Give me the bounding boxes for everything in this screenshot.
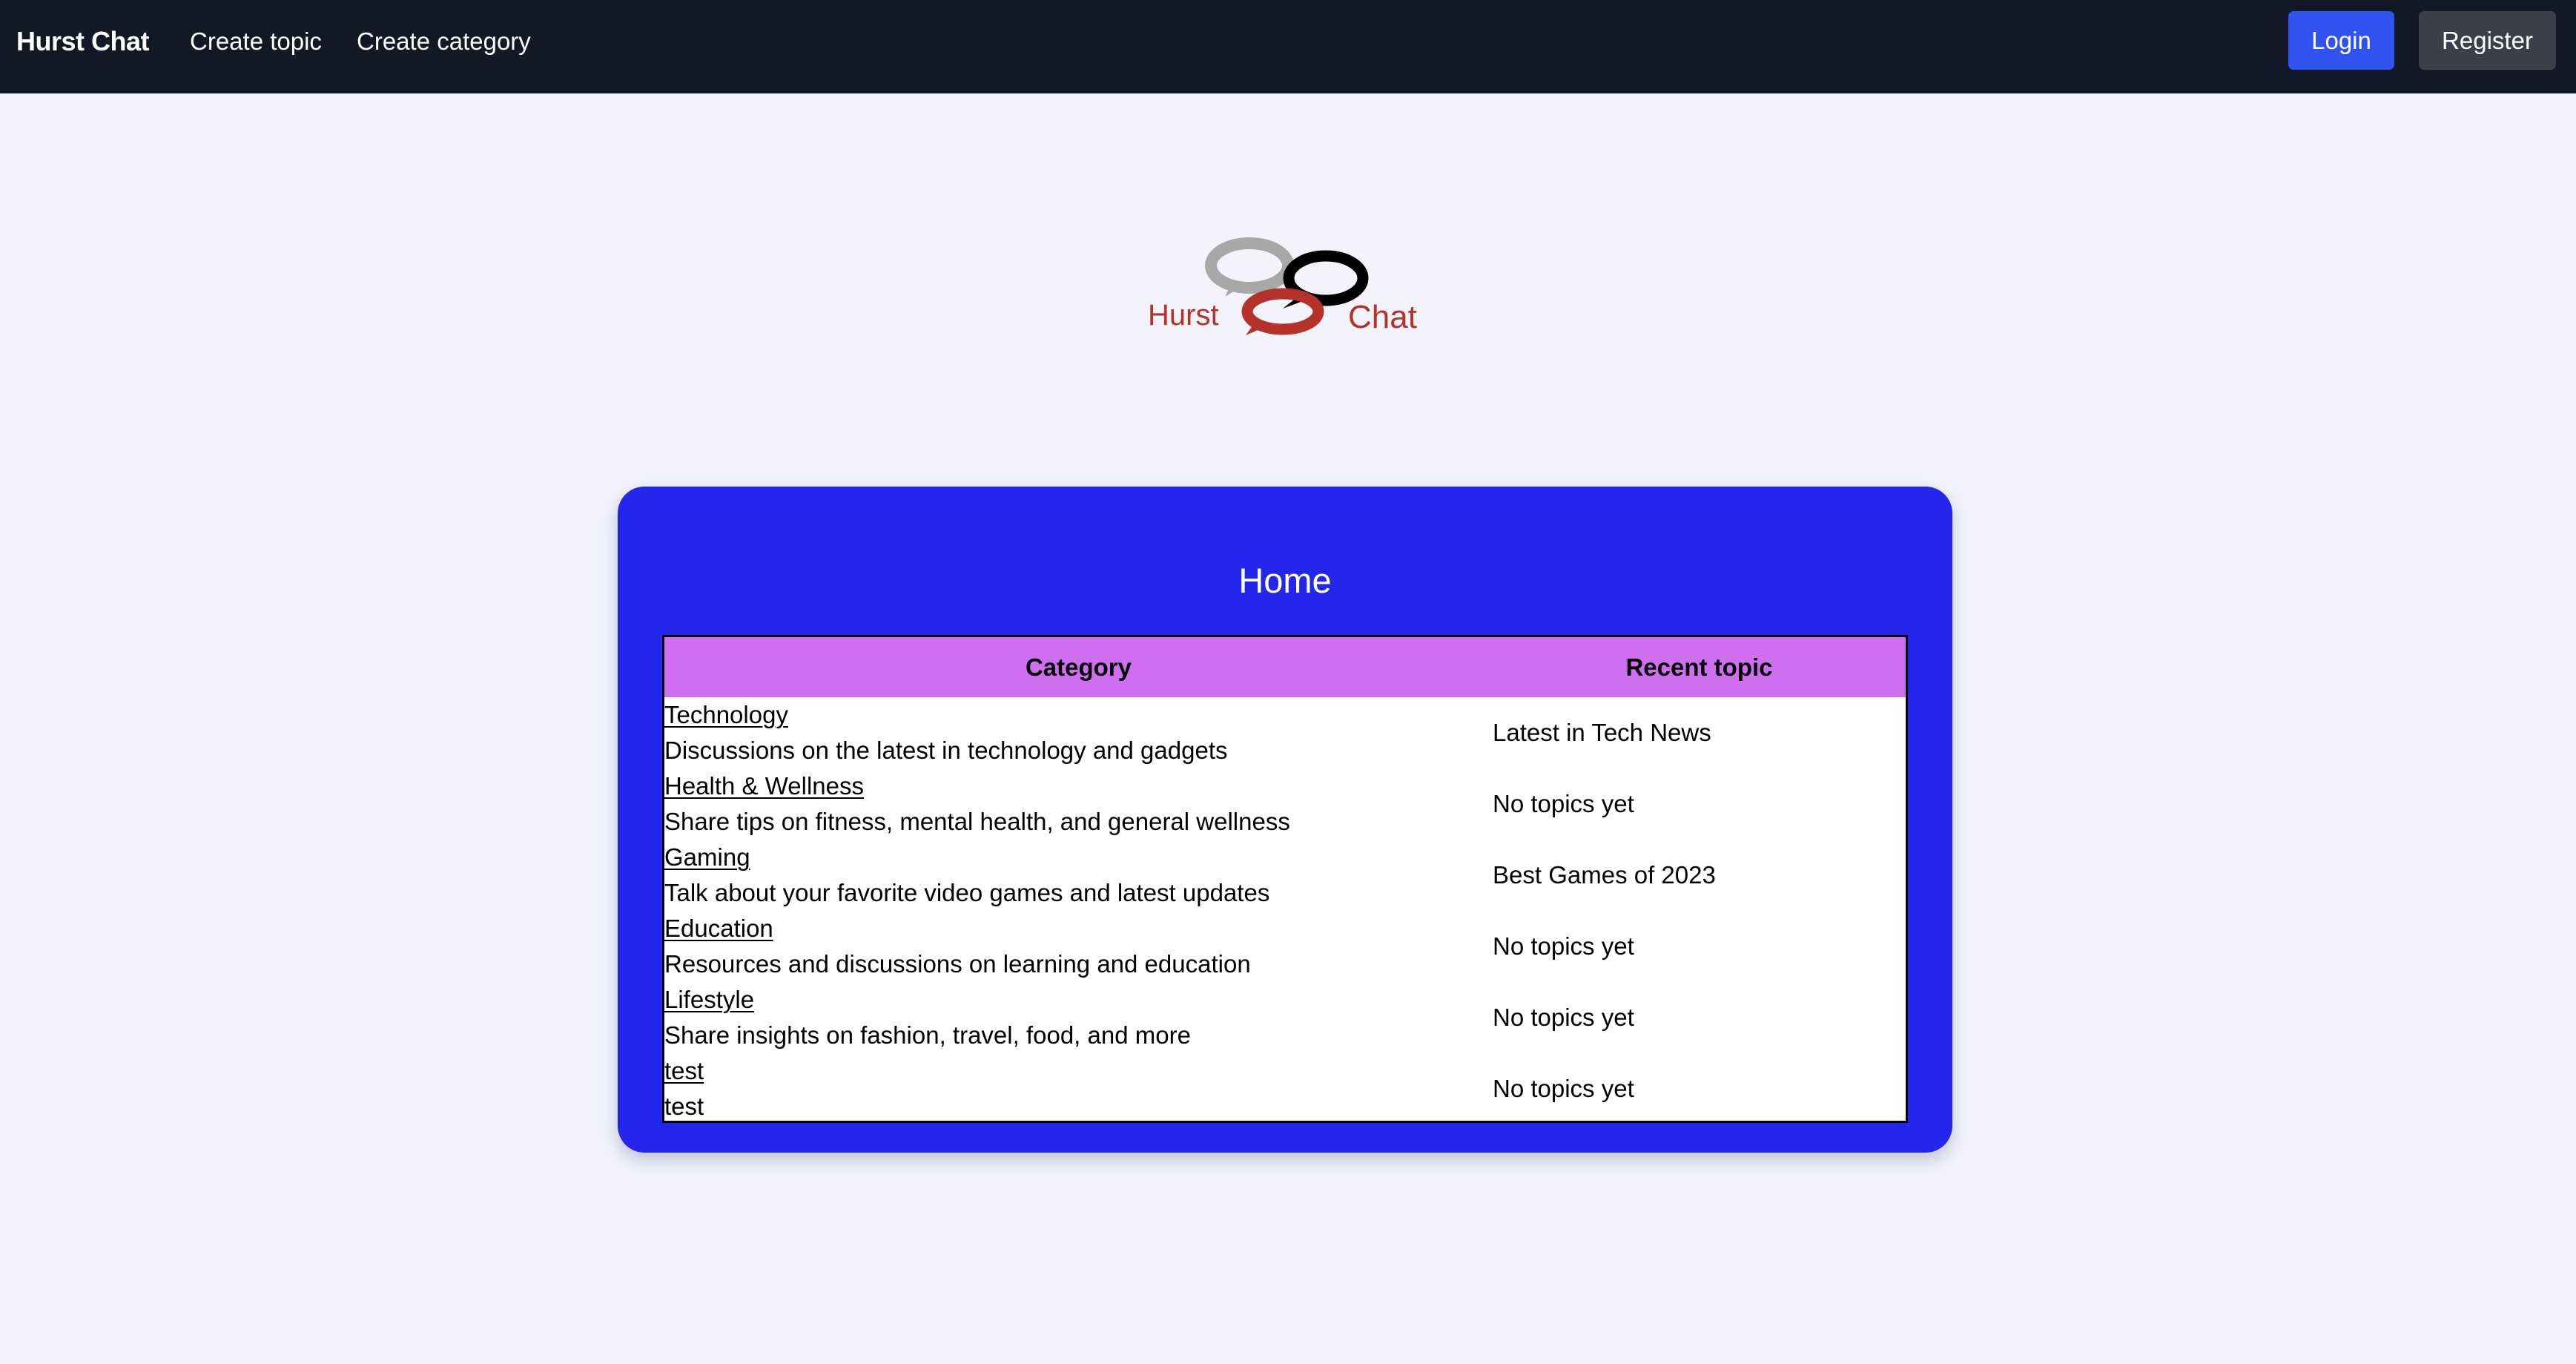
category-link-technology[interactable]: Technology xyxy=(664,699,788,731)
table-row: Technology Discussions on the latest in … xyxy=(664,697,1906,768)
table-row: Health & Wellness Share tips on fitness,… xyxy=(664,768,1906,840)
category-link-lifestyle[interactable]: Lifestyle xyxy=(664,984,754,1016)
category-link-health-wellness[interactable]: Health & Wellness xyxy=(664,770,864,803)
table-row: Lifestyle Share insights on fashion, tra… xyxy=(664,982,1906,1053)
recent-topic: No topics yet xyxy=(1493,790,1634,817)
category-description: Resources and discussions on learning an… xyxy=(664,950,1251,978)
logo-right-text: Chat xyxy=(1348,299,1417,335)
hurst-chat-logo: Hurst Chat xyxy=(1142,237,1424,349)
table-header: Category Recent topic xyxy=(664,637,1906,697)
category-description: test xyxy=(664,1093,704,1120)
register-button[interactable]: Register xyxy=(2419,11,2556,70)
category-description: Share insights on fashion, travel, food,… xyxy=(664,1021,1191,1049)
category-description: Talk about your favorite video games and… xyxy=(664,879,1270,906)
recent-topic: Latest in Tech News xyxy=(1493,719,1711,746)
table-row: Gaming Talk about your favorite video ga… xyxy=(664,840,1906,911)
home-card: Home Category Recent topic Technology Di… xyxy=(618,487,1952,1153)
recent-topic: No topics yet xyxy=(1493,932,1634,960)
table-row: Education Resources and discussions on l… xyxy=(664,911,1906,982)
category-link-education[interactable]: Education xyxy=(664,912,773,945)
nav-create-category[interactable]: Create category xyxy=(357,0,531,83)
top-navbar: Hurst Chat Create topic Create category … xyxy=(0,0,2576,93)
brand-link[interactable]: Hurst Chat xyxy=(16,0,150,83)
category-description: Share tips on fitness, mental health, an… xyxy=(664,808,1290,835)
column-header-recent-topic: Recent topic xyxy=(1625,653,1773,681)
logo-left-text: Hurst xyxy=(1148,299,1219,332)
logo-graphic: Hurst Chat xyxy=(1148,237,1417,335)
table-row: test test No topics yet xyxy=(664,1053,1906,1121)
category-link-gaming[interactable]: Gaming xyxy=(664,841,750,874)
recent-topic: No topics yet xyxy=(1493,1075,1634,1102)
page-title: Home xyxy=(1238,561,1332,600)
nav-create-topic[interactable]: Create topic xyxy=(190,0,322,83)
login-button[interactable]: Login xyxy=(2288,11,2394,70)
category-link-test[interactable]: test xyxy=(664,1055,704,1087)
red-bubble-icon xyxy=(1241,288,1324,335)
column-header-category: Category xyxy=(1025,653,1132,681)
recent-topic: Best Games of 2023 xyxy=(1493,861,1716,889)
category-table: Category Recent topic Technology Discuss… xyxy=(662,635,1908,1123)
recent-topic: No topics yet xyxy=(1493,1004,1634,1031)
category-description: Discussions on the latest in technology … xyxy=(664,737,1228,764)
grey-bubble-icon xyxy=(1205,237,1294,294)
